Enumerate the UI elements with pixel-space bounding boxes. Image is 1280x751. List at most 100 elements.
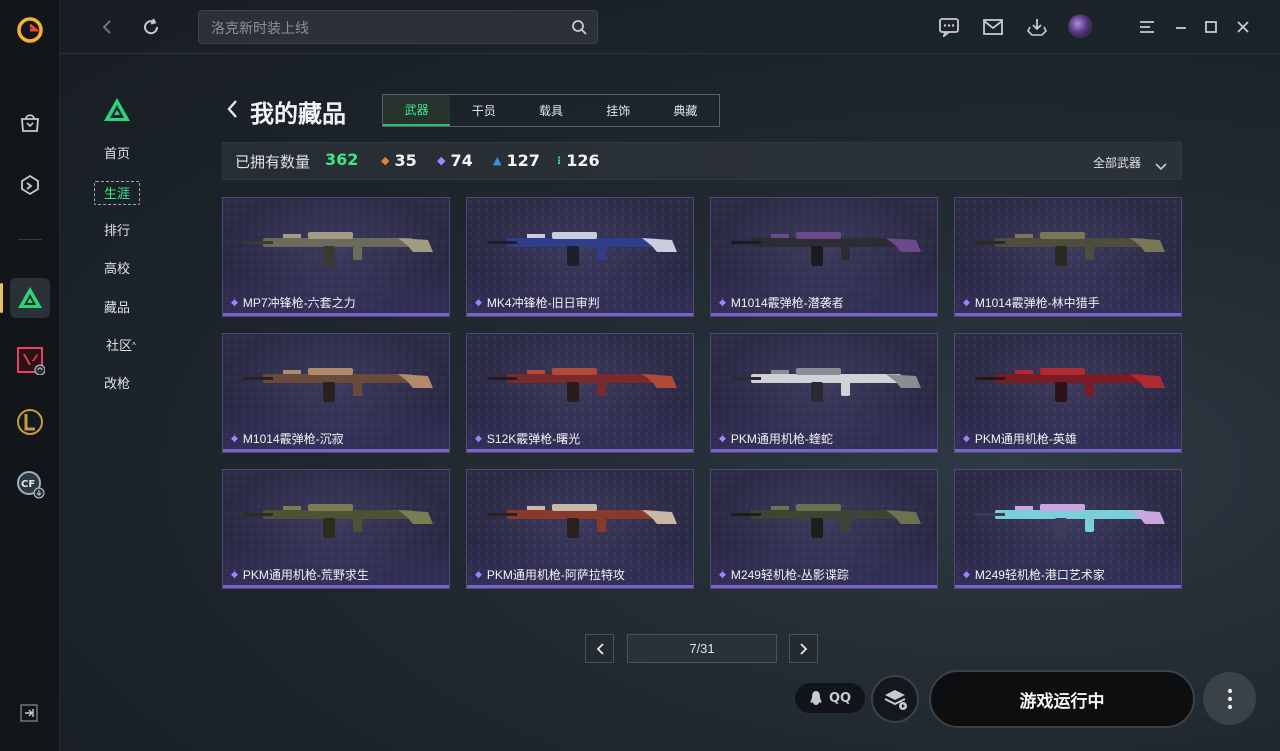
search-box[interactable] [198, 10, 598, 44]
weapon-card[interactable]: ◆ MK4冲锋枪-旧日审判 [466, 197, 694, 317]
tab-vehicles[interactable]: 载具 [517, 95, 584, 126]
weapon-part [552, 504, 597, 511]
weapon-image [975, 504, 1165, 538]
weapon-part [1015, 234, 1033, 238]
plugin-icon[interactable] [10, 165, 50, 205]
weapon-part [1085, 246, 1094, 260]
nav-career[interactable]: 生涯 [94, 181, 140, 205]
weapon-part [771, 370, 789, 374]
rarity-orange-count: ◆ 35 [381, 151, 417, 170]
weapon-card[interactable]: ◆ PKM通用机枪-蝰蛇 [710, 333, 938, 453]
close-icon[interactable] [1230, 14, 1256, 40]
weapon-image [487, 368, 677, 402]
tab-operators[interactable]: 干员 [450, 95, 517, 126]
weapon-filter-dropdown[interactable]: 全部武器 [1093, 154, 1141, 171]
weapon-part [841, 518, 850, 532]
league-of-legends-icon[interactable] [10, 402, 50, 442]
mail-icon[interactable] [980, 14, 1006, 40]
weapon-part [323, 382, 335, 402]
weapon-part [552, 232, 597, 239]
app-logo-icon[interactable] [10, 10, 50, 50]
refresh-icon[interactable] [138, 14, 164, 40]
top-bar [60, 0, 1280, 54]
weapon-part [995, 374, 1145, 383]
tab-weapons[interactable]: 武器 [383, 95, 451, 126]
chevron-down-icon[interactable] [1155, 156, 1167, 175]
chevron-left-icon [596, 642, 604, 655]
weapon-part [487, 513, 517, 516]
weapon-image [731, 504, 921, 538]
minimize-icon[interactable] [1168, 14, 1194, 40]
green-gem-icon: ⁝ [557, 154, 562, 167]
weapon-card[interactable]: ◆ MP7冲锋枪-六套之力 [222, 197, 450, 317]
prev-page-button[interactable] [585, 634, 614, 663]
weapon-part [308, 232, 353, 239]
crossfire-icon[interactable]: CF [10, 464, 50, 504]
back-arrow-icon[interactable] [94, 14, 120, 40]
tab-charms[interactable]: 挂饰 [585, 95, 652, 126]
weapon-card[interactable]: ◆ M1014霰弹枪-林中猎手 [954, 197, 1182, 317]
weapon-name: M1014霰弹枪-林中猎手 [974, 296, 1100, 310]
weapon-name: M249轻机枪-港口艺术家 [974, 568, 1105, 582]
next-page-button[interactable] [789, 634, 818, 663]
weapon-card[interactable]: ◆ M249轻机枪-丛影谍踪 [710, 469, 938, 589]
purple-gem-icon: ◆ [963, 433, 970, 443]
purple-gem-icon: ◆ [231, 297, 238, 307]
rarity-blue-value: 127 [506, 151, 540, 170]
weapon-part [527, 506, 545, 510]
search-input[interactable] [211, 18, 551, 38]
chat-icon[interactable] [936, 14, 962, 40]
weapon-part [243, 513, 273, 516]
user-avatar[interactable] [1068, 14, 1092, 38]
weapon-name: PKM通用机枪-英雄 [974, 432, 1077, 446]
download-icon[interactable] [1024, 14, 1050, 40]
weapon-image [487, 504, 677, 538]
valorant-icon[interactable] [10, 340, 50, 380]
delta-force-icon[interactable] [10, 278, 50, 318]
more-options-button[interactable] [1203, 672, 1256, 725]
game-running-button[interactable]: 游戏运行中 [929, 670, 1195, 728]
weapon-part [1085, 518, 1094, 532]
purple-gem-icon: ◆ [719, 433, 726, 443]
purple-gem-icon: ◆ [475, 433, 482, 443]
nav-community[interactable]: 社区^ [94, 334, 148, 358]
weapon-card[interactable]: ◆ M1014霰弹枪-沉寂 [222, 333, 450, 453]
weapon-part [1015, 506, 1033, 510]
nav-collection[interactable]: 藏品 [94, 296, 140, 320]
tab-archive[interactable]: 典藏 [652, 95, 719, 126]
weapon-part [771, 234, 789, 238]
weapon-image [243, 368, 433, 402]
store-icon[interactable] [10, 103, 50, 143]
nav-college[interactable]: 高校 [94, 257, 140, 281]
page-back-icon[interactable] [225, 98, 245, 124]
nav-home[interactable]: 首页 [94, 142, 140, 166]
weapon-part [597, 246, 606, 260]
nav-community-caret: ^ [132, 341, 136, 350]
weapon-card-label: ◆ M1014霰弹枪-潜袭者 [719, 294, 844, 311]
weapon-part [353, 518, 362, 532]
weapon-card[interactable]: ◆ M1014霰弹枪-潜袭者 [710, 197, 938, 317]
nav-ranking[interactable]: 排行 [94, 219, 140, 243]
overlay-layers-button[interactable] [871, 675, 919, 723]
collapse-sidebar-icon[interactable] [20, 704, 38, 726]
weapon-card[interactable]: ◆ M249轻机枪-港口艺术家 [954, 469, 1182, 589]
weapon-card-label: ◆ PKM通用机枪-荒野求生 [231, 566, 369, 583]
weapon-card-label: ◆ M1014霰弹枪-沉寂 [231, 430, 344, 447]
nav-gun-mod[interactable]: 改枪 [94, 372, 140, 396]
weapon-card[interactable]: ◆ PKM通用机枪-英雄 [954, 333, 1182, 453]
weapon-card[interactable]: ◆ PKM通用机枪-荒野求生 [222, 469, 450, 589]
weapon-card[interactable]: ◆ S12K霰弹枪-曙光 [466, 333, 694, 453]
rarity-orange-value: 35 [394, 151, 417, 170]
weapon-card[interactable]: ◆ PKM通用机枪-阿萨拉特攻 [466, 469, 694, 589]
weapon-part [567, 518, 579, 538]
weapon-name: M1014霰弹枪-潜袭者 [730, 296, 844, 310]
maximize-icon[interactable] [1198, 14, 1224, 40]
weapon-part [841, 382, 850, 396]
weapon-part [796, 368, 841, 375]
weapon-part [841, 246, 850, 260]
search-icon[interactable] [571, 19, 587, 39]
weapon-part [796, 232, 841, 239]
weapon-name: S12K霰弹枪-曙光 [486, 432, 581, 446]
qq-button[interactable]: QQ [795, 683, 865, 713]
menu-icon[interactable] [1134, 14, 1160, 40]
